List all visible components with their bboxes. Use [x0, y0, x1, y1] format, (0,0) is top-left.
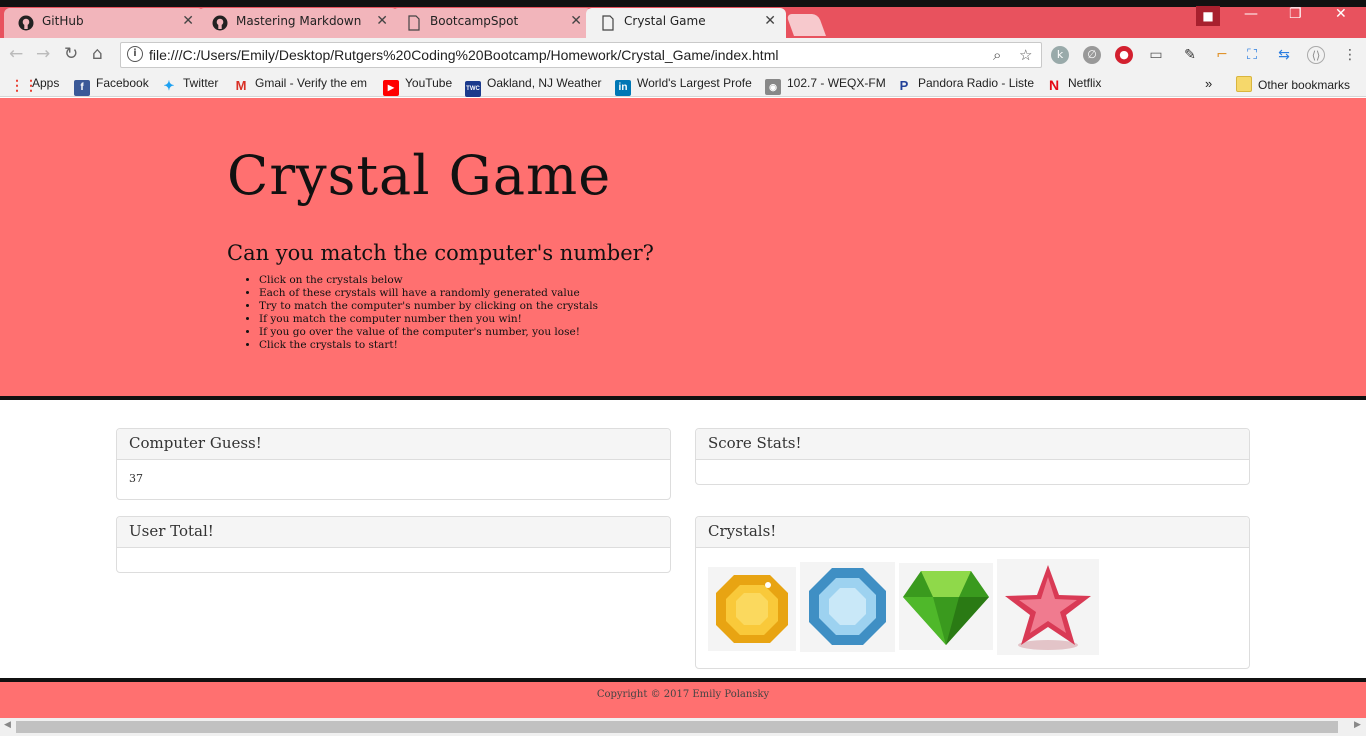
netflix-icon: N	[1048, 77, 1060, 93]
bookmark-facebook[interactable]: f Facebook	[74, 76, 149, 96]
bookmark-weather[interactable]: TWC Oakland, NJ Weather	[465, 76, 602, 97]
score-stats-body	[696, 460, 1249, 484]
bookmark-netflix[interactable]: N Netflix	[1046, 76, 1101, 93]
document-icon	[408, 15, 420, 31]
more-bookmarks-button[interactable]: »	[1205, 76, 1212, 92]
extension-icon[interactable]: ●	[1115, 46, 1133, 64]
folder-icon	[1236, 76, 1252, 92]
twitter-icon: ✦	[163, 78, 175, 93]
scroll-right-icon[interactable]: ▶	[1354, 720, 1361, 730]
panel-heading: User Total!	[117, 517, 670, 548]
instruction-item: If you go over the value of the computer…	[259, 326, 598, 339]
close-window-icon[interactable]: ✕	[1335, 6, 1347, 22]
document-icon	[602, 15, 614, 31]
bookmark-apps[interactable]: ⋮⋮Apps	[10, 76, 59, 93]
address-bar[interactable]: i file:///C:/Users/Emily/Desktop/Rutgers…	[120, 42, 1042, 68]
extension-icon[interactable]: ⟨⟩	[1307, 46, 1325, 64]
cast-icon[interactable]: ▭	[1147, 46, 1165, 64]
window-top-border	[0, 0, 1366, 7]
tab-title: Mastering Markdown · G	[236, 14, 366, 28]
github-icon	[18, 15, 34, 31]
instruction-item: Try to match the computer's number by cl…	[259, 300, 598, 313]
tab-bootcampspot[interactable]: BootcampSpot ✕	[392, 8, 592, 38]
user-total-panel: User Total!	[116, 516, 671, 573]
bookmark-gmail[interactable]: M Gmail - Verify the em	[233, 76, 367, 93]
red-star-crystal[interactable]	[997, 559, 1099, 655]
tab-title: Crystal Game	[624, 14, 706, 28]
computer-guess-panel: Computer Guess! 37	[116, 428, 671, 500]
panel-heading: Crystals!	[696, 517, 1249, 548]
extension-icon[interactable]: ⌐	[1213, 46, 1231, 64]
instruction-item: Click on the crystals below	[259, 274, 598, 287]
close-tab-icon[interactable]: ✕	[182, 13, 194, 29]
browser-tab-strip: GitHub ✕ Mastering Markdown · G ✕ Bootca…	[0, 0, 1366, 38]
scroll-left-icon[interactable]: ◀	[4, 720, 11, 730]
reload-icon[interactable]: ↻	[64, 44, 78, 64]
forward-arrow-icon[interactable]: →	[36, 44, 50, 64]
zoom-icon[interactable]: ⌕	[993, 46, 1001, 64]
page-subtitle: Can you match the computer's number?	[227, 241, 654, 265]
tab-title: BootcampSpot	[430, 14, 519, 28]
panel-heading: Computer Guess!	[117, 429, 670, 460]
close-tab-icon[interactable]: ✕	[764, 13, 776, 29]
computer-guess-value: 37	[129, 472, 143, 485]
bookmark-linkedin[interactable]: in World's Largest Profe	[615, 76, 752, 96]
back-arrow-icon[interactable]: ←	[9, 44, 23, 64]
bookmark-youtube[interactable]: ▶ YouTube	[383, 76, 452, 96]
bookmark-twitter[interactable]: ✦ Twitter	[161, 76, 219, 93]
extension-icon[interactable]: ⇆	[1275, 46, 1293, 64]
pandora-icon: P	[899, 78, 909, 93]
yellow-crystal[interactable]	[708, 567, 796, 651]
new-tab-button[interactable]	[785, 14, 827, 36]
eyedropper-icon[interactable]: ✎	[1181, 46, 1199, 64]
bookmark-weqx[interactable]: ◉ 102.7 - WEQX-FM	[765, 76, 886, 95]
browser-toolbar: ← → ↻ ⌂ i file:///C:/Users/Emily/Desktop…	[0, 38, 1366, 72]
facebook-icon: f	[74, 80, 90, 96]
tab-mastering-markdown[interactable]: Mastering Markdown · G ✕	[198, 8, 398, 38]
linkedin-icon: in	[615, 80, 631, 96]
blue-crystal[interactable]	[800, 562, 895, 652]
info-icon[interactable]: i	[127, 46, 143, 62]
apps-grid-icon: ⋮⋮	[10, 77, 38, 93]
extension-icon[interactable]: ∅	[1083, 46, 1101, 64]
home-icon[interactable]: ⌂	[92, 44, 103, 64]
horizontal-scrollbar[interactable]: ◀ ▶	[0, 718, 1366, 736]
user-total-value	[117, 548, 670, 572]
scrollbar-thumb[interactable]	[16, 721, 1338, 733]
page-title: Crystal Game	[227, 144, 612, 207]
green-crystal[interactable]	[899, 563, 993, 650]
restore-icon[interactable]: ❐	[1289, 6, 1302, 22]
jumbotron: Crystal Game Can you match the computer'…	[0, 98, 1366, 400]
github-icon	[212, 15, 228, 31]
extension-icon[interactable]: k	[1051, 46, 1069, 64]
menu-icon[interactable]: ⋮	[1341, 46, 1359, 64]
instructions-list: Click on the crystals below Each of thes…	[259, 274, 598, 352]
tab-title: GitHub	[42, 14, 84, 28]
url-text[interactable]: file:///C:/Users/Emily/Desktop/Rutgers%2…	[149, 47, 778, 63]
other-bookmarks-folder[interactable]: Other bookmarks	[1236, 76, 1350, 92]
minimize-icon[interactable]: —	[1244, 6, 1258, 22]
crystals-panel: Crystals!	[695, 516, 1250, 669]
copyright-text: Copyright © 2017 Emily Polansky	[596, 689, 770, 700]
score-stats-panel: Score Stats!	[695, 428, 1250, 485]
instruction-item: Click the crystals to start!	[259, 339, 598, 352]
youtube-icon: ▶	[383, 80, 399, 96]
instruction-item: Each of these crystals will have a rando…	[259, 287, 598, 300]
tab-crystal-game[interactable]: Crystal Game ✕	[586, 8, 786, 38]
gmail-icon: M	[235, 78, 247, 93]
bookmarks-bar: ⋮⋮Apps f Facebook ✦ Twitter M Gmail - Verif…	[0, 72, 1366, 97]
bookmark-pandora[interactable]: P Pandora Radio - Liste	[896, 76, 1034, 93]
weather-channel-icon: TWC	[465, 81, 481, 97]
profile-icon[interactable]: ■	[1196, 6, 1220, 26]
bookmark-star-icon[interactable]: ☆	[1019, 46, 1032, 64]
screenshot-icon[interactable]: ⛶	[1243, 46, 1261, 64]
close-tab-icon[interactable]: ✕	[376, 13, 388, 29]
tab-github[interactable]: GitHub ✕	[4, 8, 204, 38]
radio-icon: ◉	[765, 79, 781, 95]
page-content: Crystal Game Can you match the computer'…	[0, 98, 1366, 718]
page-footer: Copyright © 2017 Emily Polansky	[0, 678, 1366, 718]
panel-heading: Score Stats!	[696, 429, 1249, 460]
instruction-item: If you match the computer number then yo…	[259, 313, 598, 326]
close-tab-icon[interactable]: ✕	[570, 13, 582, 29]
